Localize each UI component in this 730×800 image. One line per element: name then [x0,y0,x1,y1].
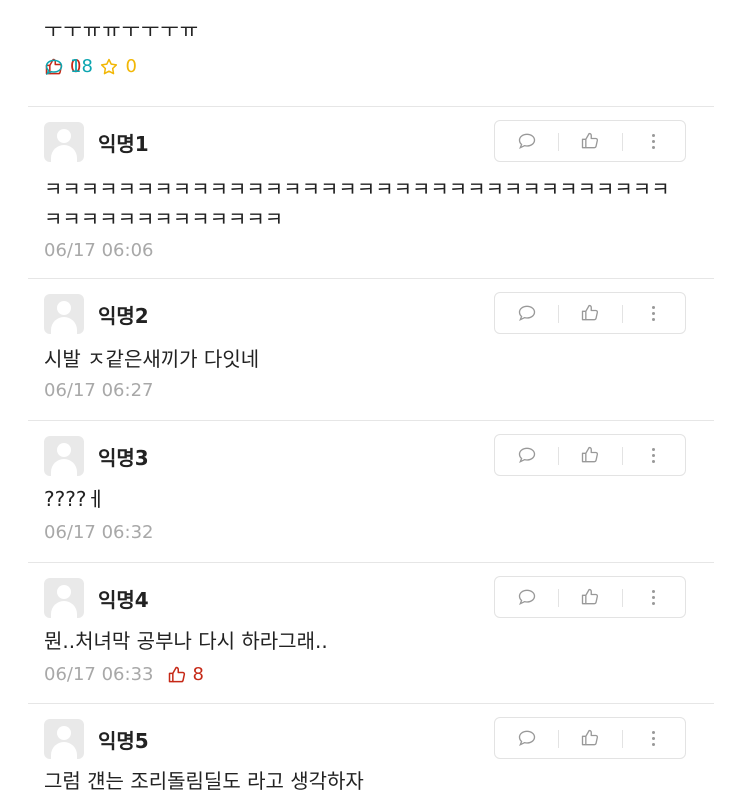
comment-actions [494,717,686,759]
thumbs-up-icon [581,588,599,605]
comment-timestamp: 06/17 06:32 [44,522,154,543]
divider [28,420,714,421]
comment-text-line: ㅋㅋㅋㅋㅋㅋㅋㅋㅋㅋㅋㅋㅋ [44,207,284,231]
more-vertical-icon [651,447,655,463]
post-comment-count: 18 [44,56,730,77]
speech-bubble-icon [518,730,535,747]
comment-actions [494,120,686,162]
post-comment-value: 18 [70,56,93,77]
more-button[interactable] [621,718,685,758]
reply-button[interactable] [495,577,558,617]
comment-vote-count: 8 [167,664,204,685]
like-button[interactable] [558,718,621,758]
comment-nickname: 익명2 [98,303,149,328]
speech-bubble-icon [518,589,535,606]
comment-header: 익명2 [44,294,149,334]
avatar [44,578,84,618]
divider [28,703,714,704]
comment-text: ㅋㅋㅋㅋㅋㅋㅋㅋㅋㅋㅋㅋㅋㅋㅋㅋㅋㅋㅋㅋㅋㅋㅋㅋㅋㅋㅋㅋㅋㅋㅋㅋㅋㅋ ㅋㅋㅋㅋㅋ… [44,174,694,234]
post-stats: 0 18 0 [44,56,684,77]
comment-text: ????ㅔ [44,487,105,511]
avatar [44,122,84,162]
speech-bubble-icon [45,59,63,75]
divider [28,562,714,563]
thumbs-up-icon [581,132,599,149]
more-vertical-icon [651,133,655,149]
like-button[interactable] [558,435,621,475]
post-footer: ㅜㅜㅠㅠㅜㅜㅜㅠ 0 18 0 [44,14,684,77]
comment-header: 익명4 [44,578,149,618]
like-button[interactable] [558,293,621,333]
comment-header: 익명5 [44,719,149,759]
more-vertical-icon [651,730,655,746]
avatar [44,294,84,334]
comment-nickname: 익명1 [98,131,149,156]
comment-nickname: 익명5 [98,728,149,753]
thumbs-up-icon [169,666,186,682]
thumbs-up-icon [581,729,599,746]
comment-nickname: 익명4 [98,587,149,612]
comment-meta: 06/17 06:27 [44,380,153,401]
comment-vote-value: 8 [192,664,204,685]
comment-nickname: 익명3 [98,445,149,470]
comment-actions [494,434,686,476]
divider [28,106,714,107]
avatar [44,436,84,476]
more-button[interactable] [621,121,685,161]
more-vertical-icon [651,305,655,321]
avatar [44,719,84,759]
comment-actions [494,292,686,334]
comment-actions [494,576,686,618]
comment-text: 시발 ㅈ같은새끼가 다잇네 [44,347,260,371]
reply-button[interactable] [495,293,558,333]
comment-text: 그럼 걘는 조리돌림딜도 라고 생각하자 [44,769,364,793]
reply-button[interactable] [495,718,558,758]
comment-header: 익명3 [44,436,149,476]
comment-text: 뭔..처녀막 공부나 다시 하라그래.. [44,629,328,653]
thumbs-up-icon [581,304,599,321]
more-button[interactable] [621,577,685,617]
more-vertical-icon [651,589,655,605]
thumbs-up-icon [581,446,599,463]
comment-meta: 06/17 06:33 8 [44,664,204,685]
comment-header: 익명1 [44,122,149,162]
comment-timestamp: 06/17 06:27 [44,380,154,401]
more-button[interactable] [621,293,685,333]
more-button[interactable] [621,435,685,475]
comment-timestamp: 06/17 06:33 [44,664,154,685]
like-button[interactable] [558,121,621,161]
reply-button[interactable] [495,435,558,475]
like-button[interactable] [558,577,621,617]
comment-text-line: ㅋㅋㅋㅋㅋㅋㅋㅋㅋㅋㅋㅋㅋㅋㅋㅋㅋㅋㅋㅋㅋㅋㅋㅋㅋㅋㅋㅋㅋㅋㅋㅋㅋㅋ [44,177,670,201]
speech-bubble-icon [518,447,535,464]
speech-bubble-icon [518,133,535,150]
reply-button[interactable] [495,121,558,161]
comment-meta: 06/17 06:06 [44,240,153,261]
comment-timestamp: 06/17 06:06 [44,240,154,261]
speech-bubble-icon [518,305,535,322]
comment-meta: 06/17 06:32 [44,522,153,543]
divider [28,278,714,279]
post-text: ㅜㅜㅠㅠㅜㅜㅜㅠ [44,18,200,42]
